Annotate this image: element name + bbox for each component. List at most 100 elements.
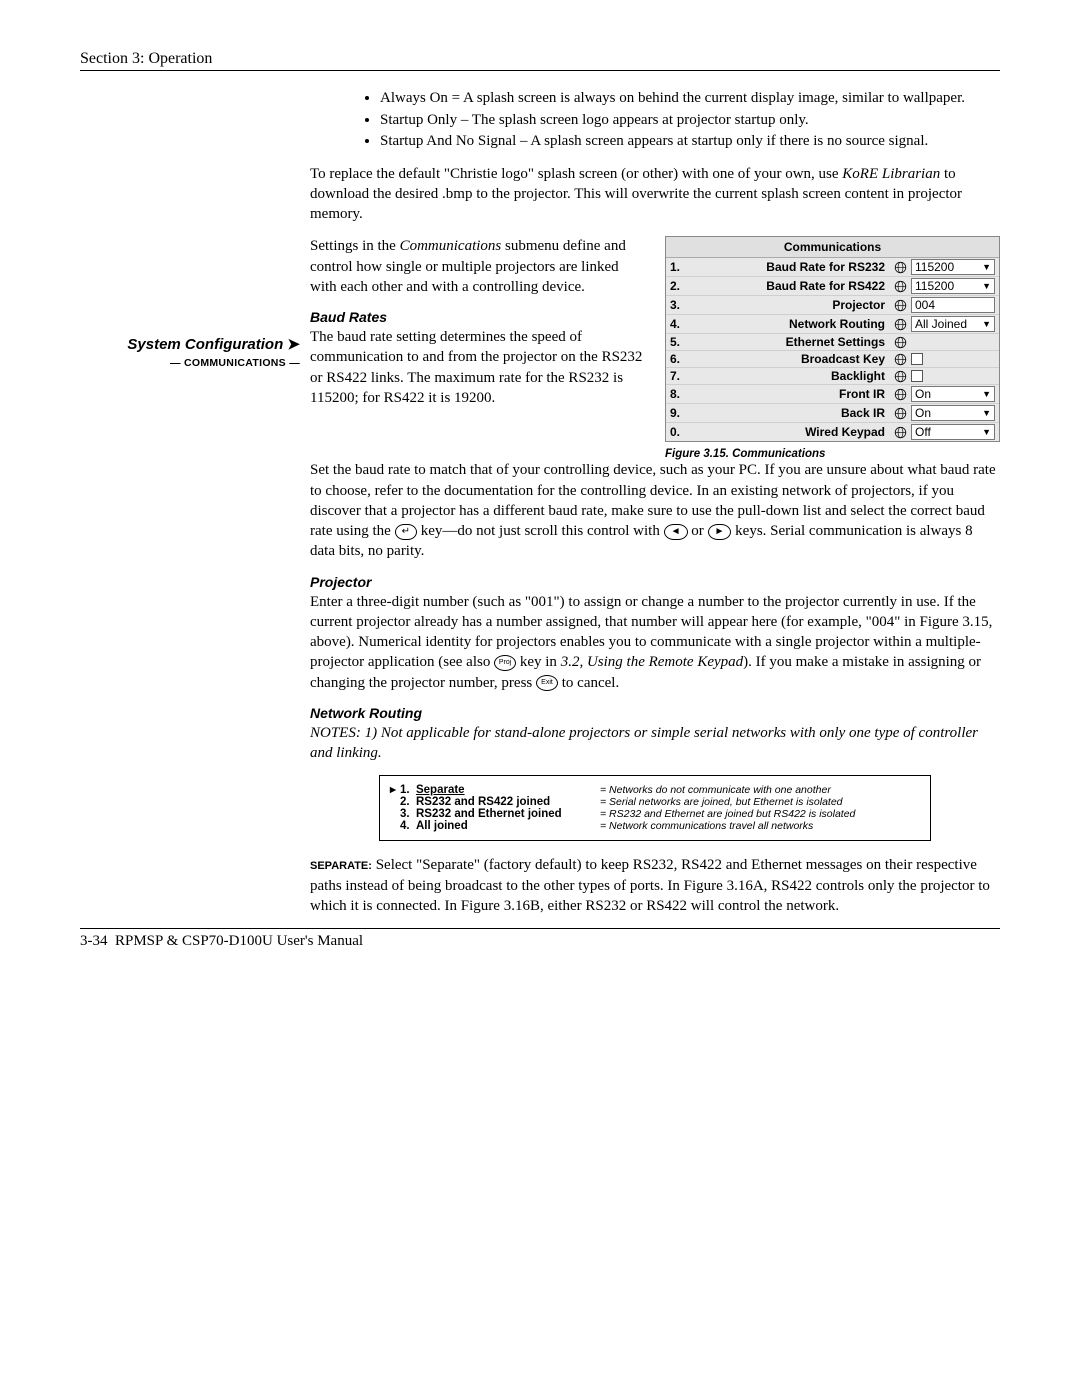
menu-dropdown[interactable]: Off▼	[911, 424, 995, 440]
globe-icon	[893, 279, 907, 293]
menu-row-label: Projector	[690, 298, 889, 312]
chevron-down-icon: ▼	[982, 281, 991, 291]
projector-para: Enter a three-digit number (such as "001…	[310, 592, 1000, 693]
bullet-item: Startup Only – The splash screen logo ap…	[380, 111, 1000, 131]
menu-dropdown[interactable]: 115200▼	[911, 259, 995, 275]
globe-icon	[893, 406, 907, 420]
globe-icon	[894, 280, 907, 293]
chevron-down-icon: ▼	[982, 427, 991, 437]
sidebar-subtitle: — COMMUNICATIONS —	[170, 357, 300, 369]
menu-row-number: 9.	[670, 406, 686, 420]
menu-checkbox[interactable]	[911, 370, 923, 382]
menu-row-label: Backlight	[690, 369, 889, 383]
menu-row-label: Front IR	[690, 387, 889, 401]
globe-icon	[894, 353, 907, 366]
menu-dropdown[interactable]: On▼	[911, 386, 995, 402]
network-notes: NOTES: 1) Not applicable for stand-alone…	[310, 723, 1000, 764]
chevron-down-icon: ▼	[982, 319, 991, 329]
enter-key-icon: ↵	[395, 524, 417, 540]
text: Settings in the	[310, 238, 400, 254]
projector-heading: Projector	[310, 574, 1000, 590]
globe-icon	[894, 426, 907, 439]
text: Select "Separate" (factory default) to k…	[310, 857, 990, 914]
menu-row-number: 0.	[670, 425, 686, 439]
chevron-down-icon: ▼	[982, 408, 991, 418]
text: or	[688, 523, 708, 539]
right-key-icon: ►	[708, 524, 732, 540]
menu-row-label: Back IR	[690, 406, 889, 420]
menu-row-label: Ethernet Settings	[690, 335, 889, 349]
routing-option: 2. RS232 and RS422 joined= Serial networ…	[390, 796, 920, 808]
menu-row-label: Broadcast Key	[690, 352, 889, 366]
menu-checkbox[interactable]	[911, 353, 923, 365]
menu-row: 2.Baud Rate for RS422115200▼	[666, 277, 999, 296]
globe-icon	[894, 388, 907, 401]
globe-icon	[894, 318, 907, 331]
proj-key-icon: Proj	[494, 655, 516, 671]
globe-icon	[893, 369, 907, 383]
menu-row-number: 3.	[670, 298, 686, 312]
menu-row-number: 6.	[670, 352, 686, 366]
kore-librarian: KoRE Librarian	[842, 166, 940, 182]
replace-logo-paragraph: To replace the default "Christie logo" s…	[310, 164, 1000, 225]
menu-dropdown[interactable]: On▼	[911, 405, 995, 421]
routing-desc: = Networks do not communicate with one a…	[600, 784, 831, 796]
network-routing-heading: Network Routing	[310, 705, 1000, 721]
bullet-item: Startup And No Signal – A splash screen …	[380, 132, 1000, 152]
menu-row-label: Wired Keypad	[690, 425, 889, 439]
header-rule	[80, 70, 1000, 71]
baud-para1: The baud rate setting determines the spe…	[310, 327, 647, 408]
baud-rates-heading: Baud Rates	[310, 309, 647, 325]
figure-caption: Figure 3.15. Communications	[665, 448, 1000, 460]
globe-icon	[893, 352, 907, 366]
menu-row: 0. Wired Keypad Off▼	[666, 423, 999, 441]
cross-reference: 3.2, Using the Remote Keypad	[561, 654, 743, 670]
arrow-right-icon: ➤	[287, 336, 300, 353]
menu-row: 7.Backlight	[666, 368, 999, 385]
sidebar-title: System Configuration	[127, 336, 283, 353]
left-key-icon: ◄	[664, 524, 688, 540]
communications-intro: Settings in the Communications submenu d…	[310, 236, 647, 297]
routing-option: 3. RS232 and Ethernet joined= RS232 and …	[390, 808, 920, 820]
menu-row: 6. Broadcast Key	[666, 351, 999, 368]
text: to cancel.	[558, 675, 619, 691]
communications-menu-figure: Communications 1.Baud Rate for RS2321152…	[665, 236, 1000, 442]
page-number: 3-34	[80, 933, 108, 949]
globe-icon	[893, 317, 907, 331]
sidebar-section-label: System Configuration ➤ — COMMUNICATIONS …	[80, 335, 300, 370]
globe-icon	[894, 299, 907, 312]
chevron-down-icon: ▼	[982, 389, 991, 399]
globe-icon	[894, 407, 907, 420]
splash-bullets: Always On = A splash screen is always on…	[310, 89, 1000, 152]
bullet-item: Always On = A splash screen is always on…	[380, 89, 1000, 109]
baud-para2: Set the baud rate to match that of your …	[310, 460, 1000, 561]
chevron-down-icon: ▼	[982, 262, 991, 272]
menu-dropdown[interactable]: 115200▼	[911, 278, 995, 294]
menu-row-number: 8.	[670, 387, 686, 401]
menu-title: Communications	[666, 237, 999, 258]
menu-dropdown[interactable]: All Joined▼	[911, 316, 995, 332]
text: key—do not just scroll this control with	[417, 523, 664, 539]
menu-row-label: Baud Rate for RS422	[690, 279, 889, 293]
text: To replace the default "Christie logo" s…	[310, 166, 842, 182]
globe-icon	[893, 260, 907, 274]
globe-icon	[893, 335, 907, 349]
menu-row: 8. Front IR On▼	[666, 385, 999, 404]
routing-option: ▸1. Separate= Networks do not communicat…	[390, 782, 920, 796]
menu-row: 5.Ethernet Settings	[666, 334, 999, 351]
separate-label: SEPARATE:	[310, 860, 372, 872]
menu-row-number: 4.	[670, 317, 686, 331]
page-header: Section 3: Operation	[80, 50, 1000, 68]
menu-row-number: 1.	[670, 260, 686, 274]
text-italic: Communications	[400, 238, 502, 254]
globe-icon	[893, 298, 907, 312]
separate-para: SEPARATE: Select "Separate" (factory def…	[310, 855, 1000, 916]
footer-rule	[80, 928, 1000, 929]
menu-row: 1.Baud Rate for RS232115200▼	[666, 258, 999, 277]
globe-icon	[894, 261, 907, 274]
menu-row: 4.Network RoutingAll Joined▼	[666, 315, 999, 334]
globe-icon	[894, 370, 907, 383]
network-routing-figure: ▸1. Separate= Networks do not communicat…	[379, 775, 931, 841]
menu-row: 3. Projector 004	[666, 296, 999, 315]
menu-value[interactable]: 004	[911, 297, 995, 313]
